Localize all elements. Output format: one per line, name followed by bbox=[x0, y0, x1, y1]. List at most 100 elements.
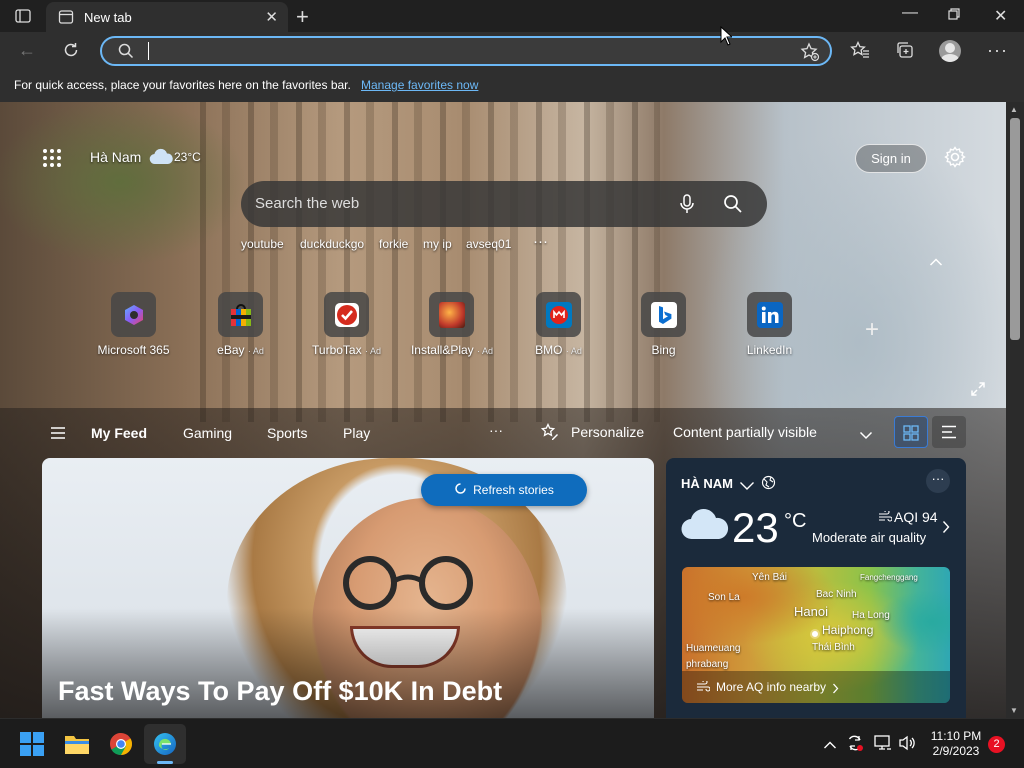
more-aq-label: More AQ info nearby bbox=[716, 680, 827, 694]
tab-actions-icon[interactable] bbox=[12, 6, 34, 26]
quick-search-item[interactable]: my ip bbox=[423, 237, 452, 251]
refresh-stories-button[interactable]: Refresh stories bbox=[421, 474, 587, 506]
scroll-up-icon[interactable]: ▲ bbox=[1010, 105, 1018, 114]
web-search-icon[interactable] bbox=[723, 194, 743, 219]
add-quicklink-button[interactable]: + bbox=[865, 316, 879, 344]
quicklink-bing[interactable] bbox=[641, 292, 686, 337]
sign-in-button[interactable]: Sign in bbox=[855, 144, 927, 173]
quicklink-label[interactable]: Bing bbox=[623, 343, 704, 357]
back-arrow-icon[interactable]: ← bbox=[18, 40, 36, 61]
aqi-description[interactable]: Moderate air quality bbox=[812, 530, 926, 545]
notification-badge[interactable]: 2 bbox=[988, 736, 1005, 753]
more-quick-searches-icon[interactable]: ··· bbox=[533, 233, 548, 250]
ebay-bag-icon bbox=[228, 302, 254, 333]
content-visibility-dropdown[interactable]: Content partially visible bbox=[661, 416, 883, 448]
page-settings-icon[interactable] bbox=[944, 146, 966, 173]
map-label: Son La bbox=[708, 592, 740, 603]
edge-taskbar-button[interactable] bbox=[144, 724, 186, 764]
refresh-icon[interactable] bbox=[62, 41, 80, 64]
article-headline[interactable]: Fast Ways To Pay Off $10K In Debt bbox=[58, 676, 502, 707]
quicklink-label[interactable]: eBay · Ad bbox=[200, 343, 281, 357]
globe-icon[interactable] bbox=[761, 475, 776, 495]
scroll-down-icon[interactable]: ▼ bbox=[1010, 706, 1018, 715]
location-chevron-icon[interactable] bbox=[739, 478, 755, 496]
weather-more-icon[interactable]: ··· bbox=[926, 469, 950, 493]
grid-layout-icon bbox=[903, 425, 919, 446]
weather-cloud-icon bbox=[680, 508, 730, 547]
file-explorer-icon[interactable] bbox=[64, 732, 90, 761]
expand-view-icon[interactable] bbox=[970, 381, 986, 402]
grid-layout-button[interactable] bbox=[894, 416, 928, 448]
add-favorite-icon[interactable] bbox=[800, 42, 820, 67]
more-aq-link[interactable]: More AQ info nearby bbox=[682, 671, 950, 703]
close-window-button[interactable]: ✕ bbox=[994, 6, 1007, 26]
content-visibility-label: Content partially visible bbox=[673, 424, 817, 440]
clock-time: 11:10 PM bbox=[930, 729, 982, 743]
windows-start-icon[interactable] bbox=[20, 732, 44, 761]
aqi-chevron-right-icon[interactable] bbox=[942, 520, 950, 539]
quicklink-label[interactable]: Install&Play · Ad bbox=[402, 343, 502, 357]
profile-avatar[interactable] bbox=[939, 40, 961, 62]
quicklink-label[interactable]: BMO · Ad bbox=[516, 343, 601, 357]
sync-alert-icon[interactable] bbox=[846, 734, 864, 757]
list-layout-button[interactable] bbox=[932, 416, 966, 448]
quicklink-label[interactable]: TurboTax · Ad bbox=[301, 343, 392, 357]
quicklink-turbotax[interactable] bbox=[324, 292, 369, 337]
aqi-value[interactable]: AQI 94 bbox=[894, 509, 938, 525]
personalize-label: Personalize bbox=[571, 424, 645, 440]
scrollbar-thumb[interactable] bbox=[1010, 118, 1020, 340]
taskbar-clock[interactable]: 11:10 PM 2/9/2023 bbox=[926, 729, 986, 759]
manage-favorites-link[interactable]: Manage favorites now bbox=[361, 78, 478, 92]
map-label: Haiphong bbox=[822, 623, 874, 637]
personalize-button[interactable]: Personalize bbox=[529, 416, 649, 448]
quick-search-item[interactable]: forkie bbox=[379, 237, 408, 251]
weather-unit[interactable]: °C bbox=[784, 510, 806, 533]
weather-temperature[interactable]: 23 bbox=[732, 504, 779, 552]
map-label: Fangchenggang bbox=[860, 573, 918, 582]
settings-more-icon[interactable]: ··· bbox=[987, 40, 1008, 61]
collapse-chevron-icon[interactable] bbox=[929, 254, 943, 272]
quicklink-installplay[interactable] bbox=[429, 292, 474, 337]
app-launcher-icon[interactable] bbox=[42, 148, 62, 173]
quick-search-item[interactable]: youtube bbox=[241, 237, 284, 251]
tab-new-tab[interactable]: New tab ✕ bbox=[46, 2, 288, 32]
microphone-icon[interactable] bbox=[679, 194, 695, 219]
location-pin-icon bbox=[810, 629, 820, 639]
network-icon[interactable] bbox=[874, 735, 892, 756]
location-label[interactable]: Hà Nam bbox=[90, 149, 141, 165]
quicklink-ebay[interactable] bbox=[218, 292, 263, 337]
air-quality-map[interactable]: Yên Bái Bac Ninh Fangchenggang Son La Ha… bbox=[682, 567, 950, 703]
feed-tab-my-feed[interactable]: My Feed bbox=[91, 425, 147, 441]
feed-menu-icon[interactable] bbox=[50, 426, 66, 445]
feed-tab-sports[interactable]: Sports bbox=[267, 425, 307, 441]
quicklink-linkedin[interactable] bbox=[747, 292, 792, 337]
search-icon bbox=[118, 43, 134, 64]
quicklink-bmo[interactable] bbox=[536, 292, 581, 337]
quick-search-item[interactable]: duckduckgo bbox=[300, 237, 364, 251]
more-feed-tabs-icon[interactable]: ··· bbox=[489, 422, 503, 438]
feed-tab-play[interactable]: Play bbox=[343, 425, 370, 441]
installplay-game-icon bbox=[439, 302, 465, 328]
map-label: Bac Ninh bbox=[816, 589, 857, 600]
minimize-button[interactable]: — bbox=[902, 4, 918, 22]
volume-icon[interactable] bbox=[898, 735, 916, 756]
quicklink-label[interactable]: LinkedIn bbox=[729, 343, 810, 357]
web-search-placeholder[interactable]: Search the web bbox=[255, 195, 359, 212]
favorites-icon[interactable] bbox=[850, 40, 870, 64]
close-tab-icon[interactable]: ✕ bbox=[265, 8, 278, 26]
collections-icon[interactable] bbox=[895, 41, 915, 64]
show-hidden-icons-chevron-icon[interactable] bbox=[823, 737, 837, 755]
chrome-icon[interactable] bbox=[109, 732, 133, 761]
feed-tab-gaming[interactable]: Gaming bbox=[183, 425, 232, 441]
quick-search-item[interactable]: avseq01 bbox=[466, 237, 511, 251]
web-search-box[interactable]: Search the web bbox=[241, 181, 767, 227]
bing-logo-icon bbox=[651, 302, 677, 333]
restore-button[interactable] bbox=[948, 7, 960, 25]
quicklink-microsoft365[interactable] bbox=[111, 292, 156, 337]
newtab-favicon-icon bbox=[58, 9, 74, 30]
weather-location[interactable]: HÀ NAM bbox=[681, 476, 733, 491]
temperature-small[interactable]: 23°C bbox=[174, 150, 201, 164]
quicklink-label[interactable]: Microsoft 365 bbox=[93, 343, 174, 357]
new-tab-button[interactable]: + bbox=[296, 4, 309, 30]
linkedin-logo-icon bbox=[757, 302, 783, 333]
